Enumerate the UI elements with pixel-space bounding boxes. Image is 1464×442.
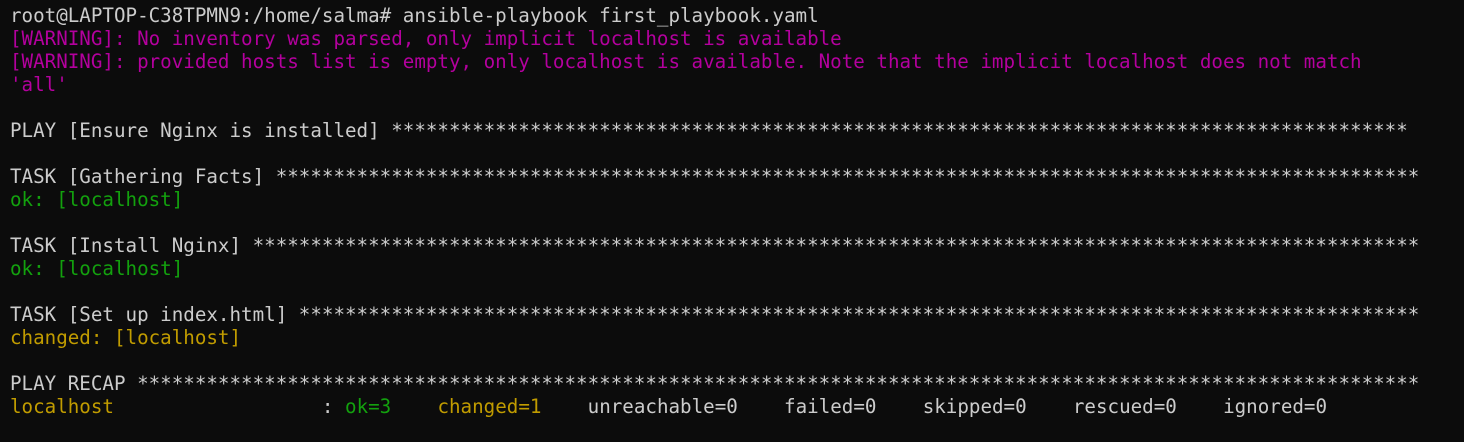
recap-gap bbox=[876, 395, 922, 418]
command-text: ansible-playbook first_playbook.yaml bbox=[402, 4, 819, 27]
recap-gap bbox=[1177, 395, 1223, 418]
recap-skipped: skipped=0 bbox=[922, 395, 1027, 418]
recap-header: PLAY RECAP *****************************… bbox=[10, 372, 1420, 395]
task-header-setup-index: TASK [Set up index.html] ***************… bbox=[10, 303, 1420, 326]
warning-line-2: [WARNING]: provided hosts list is empty,… bbox=[10, 50, 1362, 73]
recap-line: localhost : ok=3 changed=1 unreachable=0… bbox=[10, 395, 1464, 418]
recap-host: localhost bbox=[10, 395, 114, 418]
recap-separator: : bbox=[113, 395, 346, 418]
recap-changed: changed=1 bbox=[437, 395, 542, 418]
task-result-gathering-facts: ok: [localhost] bbox=[10, 188, 184, 211]
task-result-install-nginx: ok: [localhost] bbox=[10, 257, 184, 280]
recap-gap bbox=[391, 395, 437, 418]
terminal-window[interactable]: root@LAPTOP-C38TPMN9:/home/salma# ansibl… bbox=[0, 0, 1464, 442]
command-line: root@LAPTOP-C38TPMN9:/home/salma# ansibl… bbox=[10, 4, 1464, 27]
recap-rescued: rescued=0 bbox=[1072, 395, 1177, 418]
warning-line-1: [WARNING]: No inventory was parsed, only… bbox=[10, 27, 842, 50]
shell-prompt: root@LAPTOP-C38TPMN9:/home/salma# bbox=[10, 4, 403, 27]
recap-gap bbox=[738, 395, 784, 418]
play-header: PLAY [Ensure Nginx is installed] *******… bbox=[10, 119, 1408, 142]
recap-ok: ok=3 bbox=[345, 395, 392, 418]
recap-failed: failed=0 bbox=[784, 395, 877, 418]
recap-unreachable: unreachable=0 bbox=[587, 395, 738, 418]
recap-gap bbox=[541, 395, 587, 418]
recap-ignored: ignored=0 bbox=[1223, 395, 1328, 418]
recap-gap bbox=[1027, 395, 1073, 418]
task-header-install-nginx: TASK [Install Nginx] *******************… bbox=[10, 234, 1420, 257]
task-header-gathering-facts: TASK [Gathering Facts] *****************… bbox=[10, 165, 1420, 188]
warning-line-3: 'all' bbox=[10, 73, 68, 96]
task-result-setup-index: changed: [localhost] bbox=[10, 326, 242, 349]
